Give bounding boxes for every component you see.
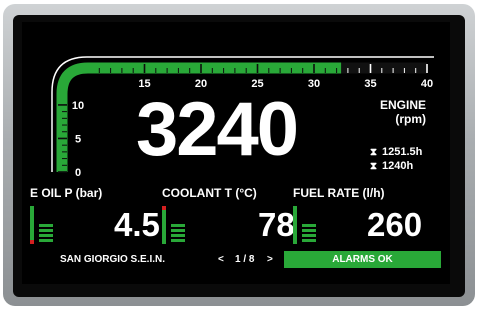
engine-hours-total: ⧗ 1251.5h (370, 146, 422, 158)
level-icon (171, 224, 185, 244)
coolant-temp-bar (162, 206, 166, 244)
hours-value: 1251.5h (382, 146, 423, 158)
fuel-rate-label: FUEL RATE (l/h) (293, 186, 385, 200)
gauge-fill-corner (56, 62, 89, 172)
gauge-tick-label: 40 (421, 78, 433, 90)
gauge-tick-label: 30 (308, 78, 320, 90)
oil-pressure-label: E OIL P (bar) (30, 186, 103, 200)
hourglass-icon: ⧗ (370, 147, 378, 158)
next-page-button[interactable]: > (267, 254, 273, 265)
engine-label: ENGINE (379, 98, 426, 112)
gauge-tick-label: 0 (75, 167, 81, 179)
alarm-mark (30, 240, 34, 244)
coolant-temp-label: COOLANT T (°C) (162, 186, 257, 200)
brand-label: SAN GIORGIO S.E.I.N. (60, 254, 166, 265)
alarm-mark (162, 206, 166, 210)
hourglass-icon: ⧗ (370, 161, 378, 172)
alarm-status-badge[interactable]: ALARMS OK (284, 251, 441, 268)
gauge-tick-label: 35 (364, 78, 376, 90)
hours-value: 1240h (382, 160, 414, 172)
gauge-tick-label: 5 (75, 133, 81, 145)
fuel-rate-value: 260 (367, 206, 423, 243)
level-icon (39, 224, 53, 244)
page-indicator: 1 / 8 (235, 254, 255, 265)
rpm-value: 3240 (136, 87, 299, 172)
gauge-tick-label: 10 (72, 100, 84, 112)
coolant-temp-value: 78 (258, 206, 295, 243)
rpm-unit-label: ENGINE (rpm) (362, 98, 426, 126)
oil-pressure-bar (30, 206, 34, 244)
engine-display: 0 5 10 15 20 25 30 35 40 3240 ENGINE (rpm) ⧗ 1251… (22, 22, 450, 284)
oil-pressure-value: 4.5 (114, 206, 160, 243)
rpm-unit: (rpm) (395, 112, 426, 126)
prev-page-button[interactable]: < (218, 254, 224, 265)
engine-hours-service: ⧗ 1240h (370, 160, 413, 172)
level-icon (302, 224, 316, 244)
fuel-rate-bar (293, 206, 297, 244)
